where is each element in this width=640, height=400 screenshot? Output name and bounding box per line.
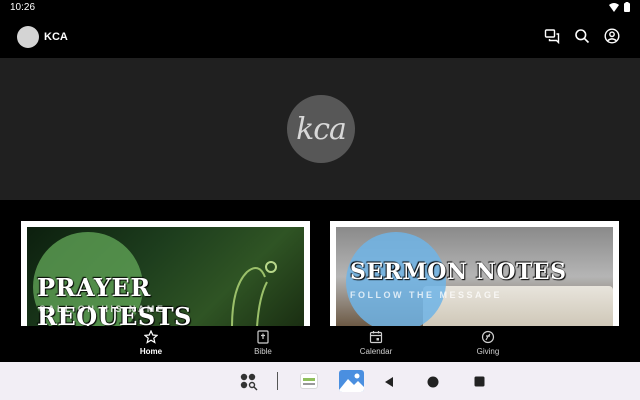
account-icon[interactable] bbox=[604, 28, 620, 44]
app-screen: 10:26 KCA kca PRAYER REQUESTS CALL ON HI… bbox=[0, 0, 640, 400]
app-search-icon[interactable] bbox=[240, 373, 260, 391]
app-title: KCA bbox=[44, 31, 68, 43]
app-bar: KCA bbox=[0, 16, 640, 58]
nav-item-giving[interactable]: Giving bbox=[448, 330, 528, 356]
avatar[interactable] bbox=[17, 26, 39, 48]
status-time: 10:26 bbox=[10, 2, 36, 13]
bible-icon bbox=[257, 330, 269, 344]
overview-icon[interactable] bbox=[474, 376, 485, 387]
nav-item-bible[interactable]: Bible bbox=[223, 330, 303, 356]
app-actions bbox=[544, 28, 620, 45]
recent-app-kca-icon[interactable] bbox=[300, 373, 318, 389]
prayer-requests-subtitle: CALL ON HIS NAME bbox=[39, 304, 166, 314]
church-logo: kca bbox=[287, 95, 355, 163]
back-icon[interactable] bbox=[383, 376, 395, 388]
status-icons bbox=[609, 2, 630, 12]
wifi-icon bbox=[609, 2, 619, 12]
nav-item-home[interactable]: Home bbox=[111, 330, 191, 356]
nav-label-bible: Bible bbox=[254, 347, 272, 356]
calendar-icon bbox=[369, 331, 383, 344]
prayer-requests-image: PRAYER REQUESTS CALL ON HIS NAME bbox=[27, 227, 304, 326]
status-bar: 10:26 bbox=[0, 0, 640, 16]
bottom-navigation: Home Bible Calendar Giving bbox=[0, 326, 640, 362]
sermon-notes-image: SERMON NOTES FOLLOW THE MESSAGE bbox=[336, 227, 613, 326]
sermon-notes-subtitle: FOLLOW THE MESSAGE bbox=[350, 290, 502, 300]
prayer-requests-title: PRAYER REQUESTS bbox=[37, 273, 192, 326]
sermon-notes-title: SERMON NOTES bbox=[350, 259, 567, 285]
church-logo-text: kca bbox=[296, 112, 347, 147]
prayer-requests-card[interactable]: PRAYER REQUESTS CALL ON HIS NAME bbox=[21, 221, 310, 326]
search-icon[interactable] bbox=[574, 28, 590, 44]
recent-app-gallery-icon[interactable] bbox=[339, 370, 364, 392]
nav-item-calendar[interactable]: Calendar bbox=[336, 330, 416, 356]
chat-icon[interactable] bbox=[544, 28, 560, 45]
giving-icon bbox=[481, 330, 495, 344]
nav-label-giving: Giving bbox=[476, 347, 500, 356]
hero-banner: kca bbox=[0, 58, 640, 200]
home-icon[interactable] bbox=[427, 376, 439, 388]
taskbar-divider bbox=[277, 372, 278, 390]
system-navigation-bar bbox=[0, 362, 640, 400]
battery-icon bbox=[624, 2, 630, 12]
sermon-notes-card[interactable]: SERMON NOTES FOLLOW THE MESSAGE bbox=[330, 221, 619, 326]
nav-label-calendar: Calendar bbox=[359, 347, 393, 356]
star-icon bbox=[144, 330, 158, 344]
nav-label-home: Home bbox=[139, 347, 163, 356]
